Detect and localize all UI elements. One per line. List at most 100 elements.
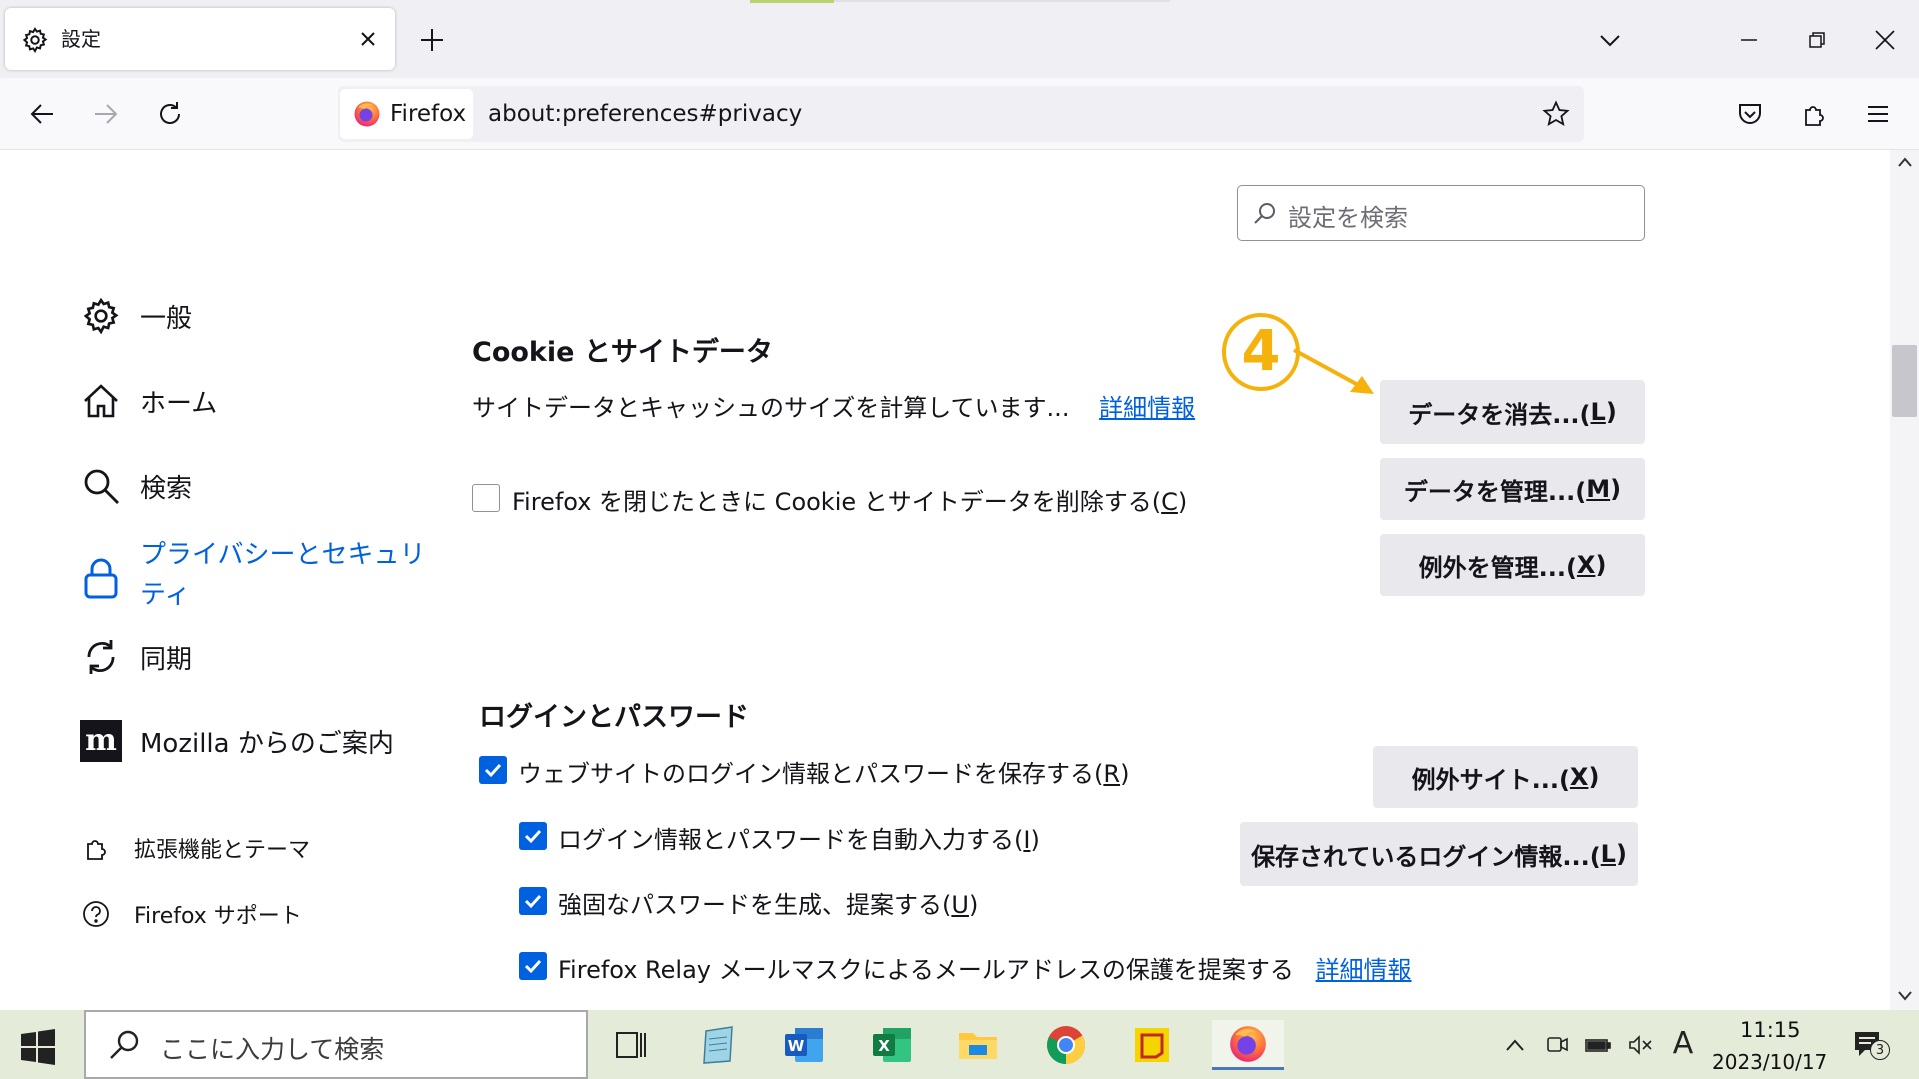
- settings-search-input[interactable]: 設定を検索: [1237, 185, 1645, 241]
- show-hidden-icons-button[interactable]: [1502, 1030, 1528, 1060]
- restore-button[interactable]: [1794, 20, 1840, 60]
- reload-button[interactable]: [148, 92, 192, 136]
- star-icon[interactable]: [1542, 100, 1570, 128]
- search-icon: [110, 1030, 139, 1059]
- puzzle-icon: [80, 832, 112, 864]
- save-logins-checkbox[interactable]: [479, 756, 507, 784]
- tab-title: 設定: [61, 27, 101, 51]
- sidebar-item-label: 一般: [140, 303, 193, 334]
- tab-strip: 設定: [0, 0, 1919, 78]
- ime-indicator[interactable]: A: [1668, 1026, 1698, 1061]
- autofill-logins-text: ログイン情報とパスワードを自動入力する(: [558, 826, 1024, 854]
- back-button[interactable]: [20, 92, 64, 136]
- checkmark-icon: [524, 959, 542, 974]
- firefox-logo-icon: [354, 101, 380, 127]
- clock-date[interactable]: 2023/10/17: [1712, 1050, 1827, 1074]
- url-bar[interactable]: Firefox about:preferences#privacy: [338, 86, 1584, 142]
- site-data-size-label: サイトデータとキャッシュのサイズを計算しています...: [472, 394, 1070, 422]
- notification-center-button[interactable]: 3: [1848, 1026, 1890, 1062]
- sidebar-item-privacy[interactable]: プライバシーとセキュリ ティ: [80, 535, 425, 615]
- forward-button[interactable]: [84, 92, 128, 136]
- page-scrollbar[interactable]: [1890, 150, 1919, 1010]
- clear-data-paren: ): [1605, 398, 1617, 426]
- task-view-button[interactable]: [602, 1020, 658, 1070]
- relay-text: Firefox Relay メールマスクによるメールアドレスの保護を提案する: [558, 956, 1294, 984]
- relay-learn-more-link[interactable]: 詳細情報: [1316, 956, 1412, 984]
- autofill-logins-label: ログイン情報とパスワードを自動入力する(I): [558, 820, 1040, 855]
- saved-logins-accesskey: L: [1600, 840, 1616, 868]
- taskbar-file-explorer[interactable]: [950, 1020, 1006, 1070]
- close-icon[interactable]: [353, 24, 383, 54]
- app-menu-button[interactable]: [1856, 92, 1900, 136]
- delete-on-close-checkbox[interactable]: [472, 484, 500, 512]
- login-exceptions-label: 例外サイト...(: [1411, 765, 1570, 794]
- sidebar-footer-support[interactable]: Firefox サポート: [80, 898, 302, 930]
- manage-exceptions-button[interactable]: 例外を管理...(X): [1380, 534, 1645, 596]
- taskbar-firefox[interactable]: [1212, 1020, 1284, 1070]
- close-icon: [1875, 30, 1895, 50]
- sidebar-item-label: Mozilla からのご案内: [140, 728, 394, 759]
- step-number-annotation: 4: [1222, 313, 1300, 391]
- relay-checkbox[interactable]: [519, 952, 547, 980]
- navigation-toolbar: Firefox about:preferences#privacy: [0, 78, 1919, 150]
- battery-indicator[interactable]: [1583, 1030, 1613, 1060]
- clear-data-button[interactable]: データを消去...(L): [1380, 380, 1645, 444]
- taskbar-word[interactable]: W: [776, 1020, 832, 1070]
- sidebar-item-mozilla[interactable]: m Mozilla からのご案内: [80, 720, 394, 762]
- preferences-page: 設定を検索 一般 ホーム 検索 プライバシーとセキュリ ティ 同期 m Mozi…: [0, 150, 1890, 1010]
- sidebar-item-sync[interactable]: 同期: [80, 636, 192, 678]
- sidebar-footer-addons[interactable]: 拡張機能とテーマ: [80, 832, 310, 864]
- login-exceptions-paren: ): [1588, 763, 1600, 791]
- save-logins-accesskey: R: [1103, 760, 1121, 788]
- list-all-tabs-button[interactable]: [1590, 20, 1630, 60]
- minimize-button[interactable]: [1726, 20, 1772, 60]
- scrollbar-thumb[interactable]: [1892, 345, 1917, 417]
- tab-settings[interactable]: 設定: [5, 8, 395, 70]
- checkmark-icon: [524, 894, 542, 909]
- notification-count-badge: 3: [1870, 1040, 1890, 1060]
- sync-icon: [80, 636, 122, 678]
- new-tab-button[interactable]: [412, 20, 452, 60]
- windows-start-icon[interactable]: [18, 1027, 58, 1067]
- search-icon: [80, 465, 122, 507]
- pocket-button[interactable]: [1728, 92, 1772, 136]
- saved-logins-paren: ): [1615, 840, 1627, 868]
- autofill-logins-checkbox[interactable]: [519, 822, 547, 850]
- login-exceptions-button[interactable]: 例外サイト...(X): [1373, 746, 1638, 808]
- generate-passwords-checkbox[interactable]: [519, 887, 547, 915]
- generate-passwords-text: 強固なパスワードを生成、提案する(: [558, 891, 952, 919]
- generate-passwords-paren: ): [968, 891, 979, 919]
- identity-label: Firefox: [390, 101, 467, 127]
- word-app-icon: W: [785, 1028, 823, 1062]
- clock-time[interactable]: 11:15: [1740, 1018, 1801, 1042]
- checkmark-icon: [484, 763, 502, 778]
- taskbar-excel[interactable]: X: [864, 1020, 920, 1070]
- battery-icon: [1585, 1039, 1611, 1052]
- delete-on-close-text: Firefox を閉じたときに Cookie とサイトデータを削除する(: [512, 488, 1162, 516]
- url-text[interactable]: about:preferences#privacy: [488, 99, 802, 129]
- scroll-up-icon[interactable]: [1897, 156, 1913, 168]
- taskbar-notepad[interactable]: [690, 1020, 746, 1070]
- close-window-button[interactable]: [1862, 20, 1908, 60]
- identity-box[interactable]: Firefox: [340, 89, 473, 139]
- meet-now-button[interactable]: [1544, 1030, 1570, 1060]
- saved-logins-button[interactable]: 保存されているログイン情報...(L): [1240, 822, 1638, 886]
- volume-indicator[interactable]: [1626, 1030, 1656, 1060]
- extensions-button[interactable]: [1792, 92, 1836, 136]
- cookies-learn-more-link[interactable]: 詳細情報: [1099, 394, 1195, 422]
- sidebar-item-general[interactable]: 一般: [80, 295, 192, 337]
- pocket-icon: [1739, 104, 1761, 124]
- sidebar-item-label: 検索: [140, 473, 193, 504]
- autofill-logins-paren: ): [1030, 826, 1040, 854]
- taskbar-chrome[interactable]: [1038, 1020, 1094, 1070]
- taskbar-sticky-app[interactable]: [1124, 1020, 1180, 1070]
- manage-data-button[interactable]: データを管理...(M): [1380, 458, 1645, 520]
- home-icon: [80, 380, 122, 422]
- manage-data-accesskey: M: [1586, 475, 1611, 503]
- firefox-logo-icon: [1230, 1025, 1266, 1062]
- sidebar-item-home[interactable]: ホーム: [80, 380, 217, 422]
- sidebar-item-search[interactable]: 検索: [80, 465, 192, 507]
- taskbar-search-input[interactable]: ここに入力して検索: [84, 1010, 588, 1079]
- annotation-arrow-icon: [1293, 348, 1374, 394]
- scroll-down-icon[interactable]: [1897, 990, 1913, 1002]
